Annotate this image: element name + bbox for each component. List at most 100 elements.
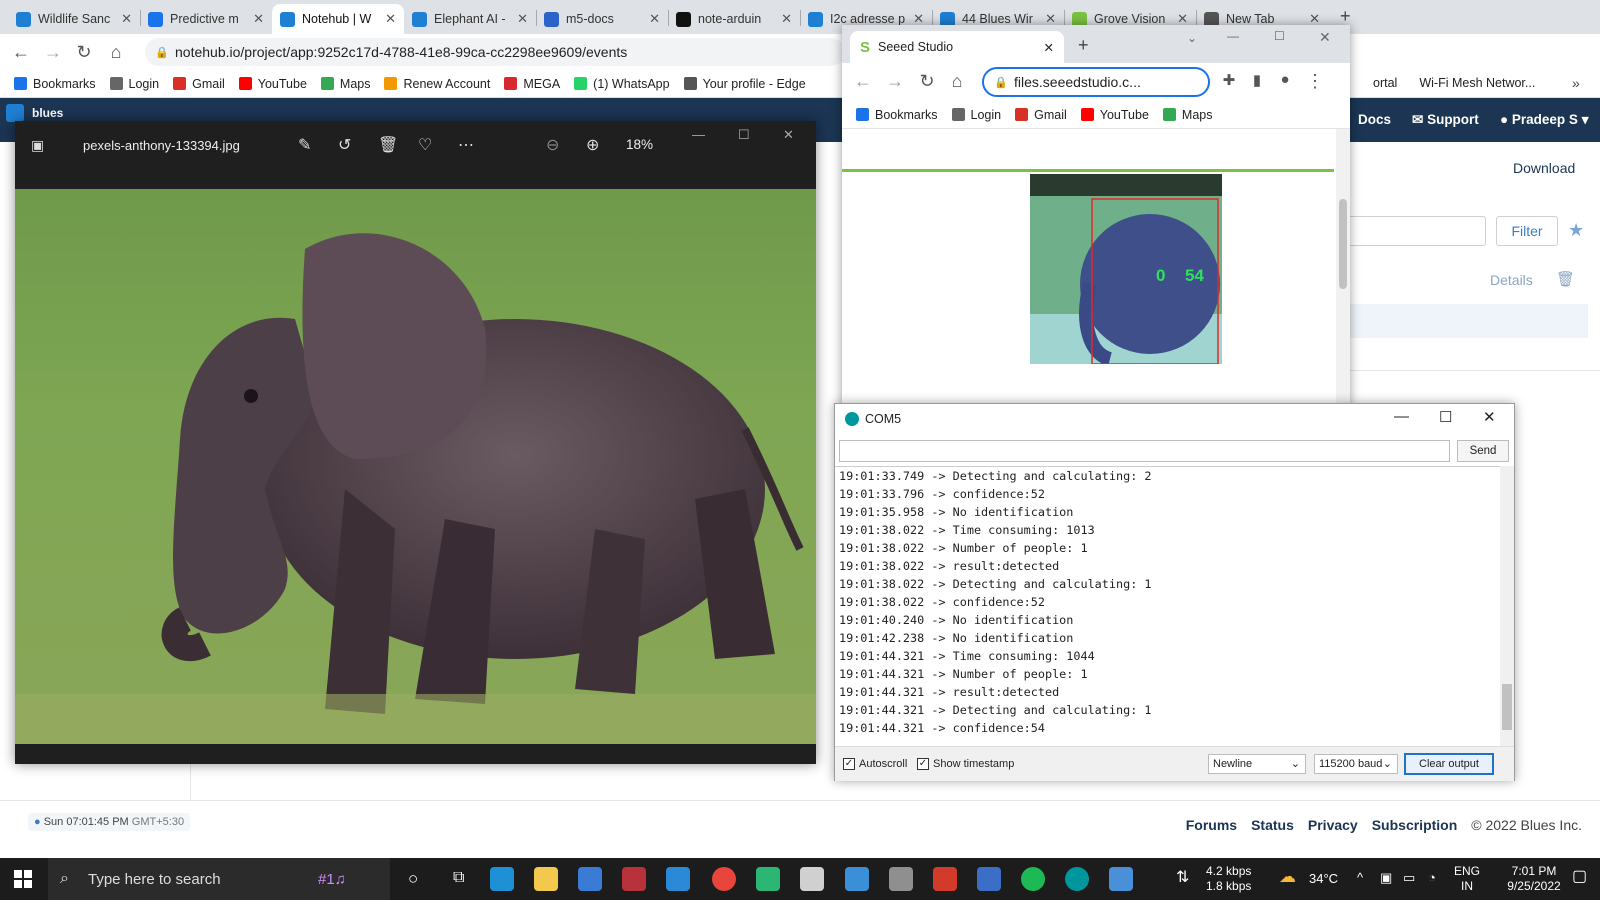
filter-button[interactable]: Filter — [1496, 216, 1558, 246]
close-icon[interactable]: ✕ — [1483, 408, 1496, 426]
send-button[interactable]: Send — [1457, 440, 1509, 462]
zoom-in-icon[interactable]: ⊕ — [586, 135, 599, 155]
forward-icon[interactable]: → — [42, 42, 64, 63]
chrome-icon[interactable] — [712, 867, 736, 891]
download-link[interactable]: Download — [1513, 160, 1575, 176]
language-indicator[interactable]: ENG IN — [1454, 864, 1480, 894]
tab-3[interactable]: Elephant AI - ✕ — [404, 4, 536, 34]
excel-icon[interactable] — [756, 867, 780, 891]
edit-image-icon[interactable]: ✎ — [298, 135, 311, 155]
paint-icon[interactable] — [800, 867, 824, 891]
file-explorer-icon[interactable] — [534, 867, 558, 891]
tab-search-icon[interactable]: ⌄ — [1187, 31, 1197, 45]
taskbar-search[interactable]: ⌕ Type here to search #1♫ — [48, 858, 390, 900]
tab-close-icon[interactable]: ✕ — [1044, 40, 1054, 55]
task-view-icon[interactable]: ⧉ — [453, 869, 464, 887]
trash-icon[interactable]: 🗑 — [1556, 270, 1575, 288]
tab-close-icon[interactable]: ✕ — [385, 11, 396, 27]
seeed-bookmark-4[interactable]: Maps — [1162, 108, 1212, 122]
clear-output-button[interactable]: Clear output — [1404, 753, 1494, 775]
maximize-icon[interactable]: ☐ — [1439, 408, 1452, 426]
window-close-icon[interactable]: ✕ — [1319, 29, 1331, 46]
new-tab-icon[interactable]: + — [1340, 6, 1351, 27]
visio-icon[interactable] — [977, 867, 1001, 891]
subscription-link[interactable]: Subscription — [1372, 817, 1458, 833]
line-ending-select[interactable]: Newline ⌄ — [1208, 754, 1306, 774]
delete-icon[interactable]: 🗑 — [378, 135, 398, 155]
battery-icon[interactable]: ▭ — [1403, 870, 1415, 885]
seeed-bookmark-2[interactable]: Gmail — [1015, 108, 1067, 122]
support-link[interactable]: ✉ Support — [1412, 112, 1479, 128]
timestamp-checkbox[interactable]: ✓ Show timestamp — [917, 758, 1014, 770]
tab-5[interactable]: note-arduin ✕ — [668, 4, 800, 34]
bookmark-right-1[interactable]: Wi-Fi Mesh Networ... — [1419, 76, 1535, 90]
forums-link[interactable]: Forums — [1186, 817, 1237, 833]
seeed-tab[interactable]: S Seeed Studio ✕ — [850, 31, 1064, 63]
forward-icon[interactable]: → — [884, 71, 906, 92]
back-icon[interactable]: ← — [852, 71, 874, 92]
docs-link[interactable]: Docs — [1358, 112, 1391, 127]
bookmark-6[interactable]: MEGA — [504, 77, 560, 91]
store-icon[interactable] — [578, 867, 602, 891]
windows-start-icon[interactable] — [14, 870, 32, 888]
minimize-icon[interactable]: — — [1394, 408, 1409, 425]
bookmark-3[interactable]: YouTube — [238, 77, 307, 91]
bookmark-7[interactable]: (1) WhatsApp — [574, 77, 670, 91]
home-icon[interactable]: ⌂ — [946, 71, 968, 92]
bookmark-right-0[interactable]: ortal — [1373, 76, 1397, 90]
bookmarks-overflow-icon[interactable]: » — [1572, 75, 1580, 91]
maximize-icon[interactable]: ☐ — [738, 127, 750, 143]
antivirus-icon[interactable] — [622, 867, 646, 891]
reload-icon[interactable]: ↻ — [916, 71, 938, 92]
seeed-scrollbar[interactable] — [1336, 129, 1350, 407]
autoscroll-checkbox[interactable]: ✓ Autoscroll — [843, 758, 907, 770]
spotify-icon[interactable] — [1021, 867, 1045, 891]
arduino-taskbar-icon[interactable] — [1065, 867, 1089, 891]
reload-icon[interactable]: ↻ — [73, 42, 95, 63]
home-icon[interactable]: ⌂ — [105, 42, 127, 63]
extensions-icon[interactable]: ✚ — [1218, 71, 1240, 89]
back-icon[interactable]: ← — [10, 42, 32, 63]
tab-close-icon[interactable]: ✕ — [121, 11, 132, 27]
minimize-icon[interactable]: — — [692, 127, 705, 142]
gallery-icon[interactable]: ▣ — [31, 137, 44, 154]
wps-icon[interactable] — [933, 867, 957, 891]
tab-close-icon[interactable]: ✕ — [649, 11, 660, 27]
bookmark-4[interactable]: Maps — [320, 77, 370, 91]
tab-close-icon[interactable]: ✕ — [517, 11, 528, 27]
favorite-icon[interactable]: ♡ — [418, 135, 432, 155]
privacy-link[interactable]: Privacy — [1308, 817, 1358, 833]
wifi-icon[interactable]: ◔ — [1428, 870, 1436, 885]
user-menu[interactable]: ● Pradeep S ▾ — [1500, 112, 1588, 128]
weather-icon[interactable]: ☁ — [1279, 868, 1296, 885]
zoom-level[interactable]: 18% — [626, 137, 653, 152]
seeed-bookmark-0[interactable]: Bookmarks — [856, 108, 938, 122]
more-icon[interactable]: ⋯ — [458, 135, 474, 155]
snipping-icon[interactable] — [889, 867, 913, 891]
details-link[interactable]: Details — [1490, 272, 1533, 288]
tab-close-icon[interactable]: ✕ — [781, 11, 792, 27]
profile-icon[interactable]: ● — [1274, 71, 1296, 88]
window-maximize-icon[interactable]: ☐ — [1274, 29, 1285, 43]
tray-device-icon[interactable]: ▣ — [1380, 870, 1392, 885]
tab-1[interactable]: Predictive m ✕ — [140, 4, 272, 34]
filter-input[interactable] — [1340, 216, 1486, 246]
photos-icon[interactable] — [1109, 867, 1133, 891]
tab-0[interactable]: Wildlife Sanc ✕ — [8, 4, 140, 34]
seeed-url-input[interactable]: 🔒 files.seeedstudio.c... — [982, 67, 1210, 97]
serial-scroll-thumb[interactable] — [1502, 684, 1512, 730]
seeed-bookmark-1[interactable]: Login — [951, 108, 1001, 122]
bookmark-0[interactable]: Bookmarks — [14, 77, 96, 91]
star-icon[interactable]: ★ — [1568, 220, 1584, 241]
status-link[interactable]: Status — [1251, 817, 1294, 833]
seeed-bookmark-3[interactable]: YouTube — [1080, 108, 1149, 122]
tab-close-icon[interactable]: ✕ — [253, 11, 264, 27]
zoom-out-icon[interactable]: ⊖ — [546, 135, 559, 155]
taskbar-clock[interactable]: 7:01 PM 9/25/2022 — [1506, 864, 1562, 894]
edge-icon[interactable] — [490, 867, 514, 891]
vscode-icon[interactable] — [666, 867, 690, 891]
blues-logo[interactable]: blues — [6, 104, 63, 122]
rotate-icon[interactable]: ↺ — [338, 135, 351, 155]
weather-temp[interactable]: 34°C — [1309, 871, 1338, 886]
baud-select[interactable]: 115200 baud ⌄ — [1314, 754, 1398, 774]
